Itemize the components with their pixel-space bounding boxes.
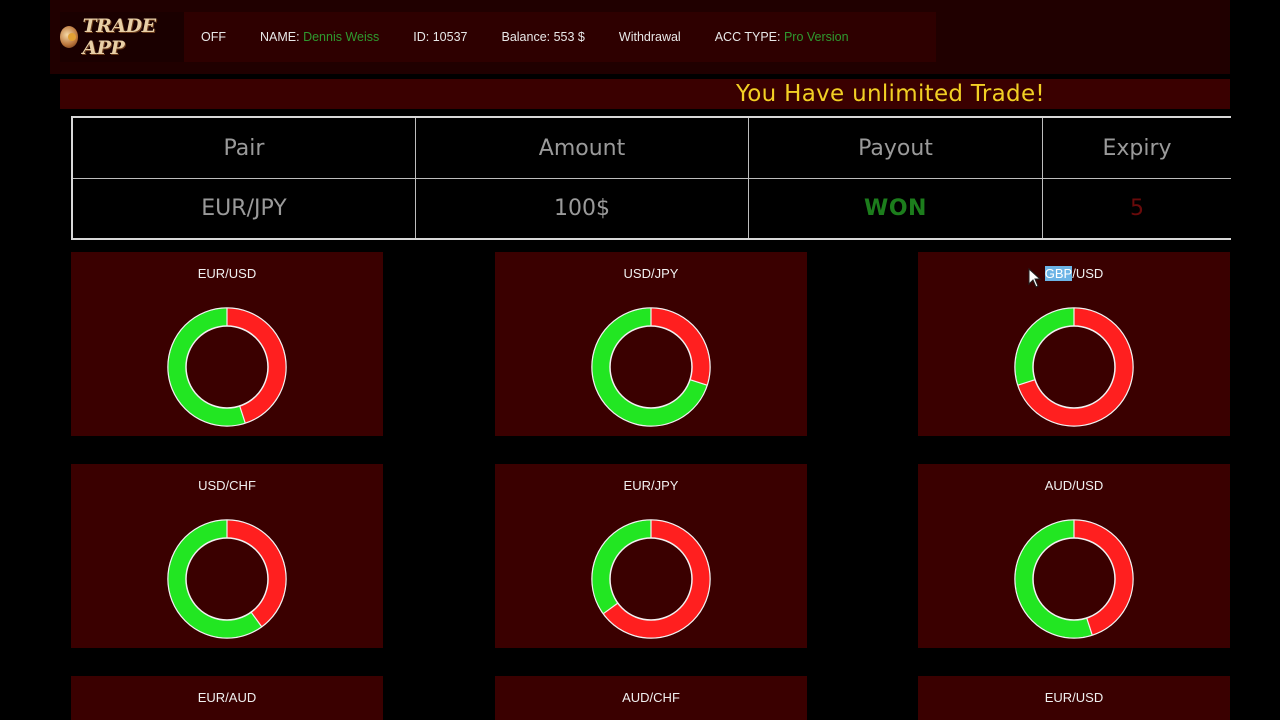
- balance: Balance: 553 $: [501, 30, 585, 44]
- sentiment-donut: [167, 519, 287, 639]
- header-pair: Pair: [73, 118, 416, 179]
- pair-card-usd-jpy[interactable]: USD/JPY: [495, 252, 807, 436]
- sentiment-donut: [591, 519, 711, 639]
- trade-payout: WON: [749, 179, 1043, 238]
- pair-card-aud-chf[interactable]: AUD/CHF: [495, 676, 807, 720]
- status-toggle[interactable]: OFF: [184, 30, 243, 44]
- donut-inner-border: [1032, 325, 1116, 409]
- account-info-bar: TRADE APP OFF NAME: Dennis Weiss ID: 105…: [60, 12, 936, 62]
- logo-text: TRADE APP: [82, 15, 156, 59]
- header-amount: Amount: [416, 118, 749, 179]
- top-bar: TRADE APP OFF NAME: Dennis Weiss ID: 105…: [50, 0, 1230, 74]
- trade-table: Pair Amount Payout Expiry EUR/JPY 100$ W…: [71, 116, 1231, 240]
- user-name-label: NAME:: [260, 30, 300, 44]
- user-name: NAME: Dennis Weiss: [243, 30, 396, 44]
- header-payout: Payout: [749, 118, 1043, 179]
- selected-text: GBP: [1044, 266, 1073, 281]
- account-type-value: Pro Version: [783, 30, 849, 44]
- sentiment-donut: [591, 307, 711, 427]
- mouse-cursor-icon: [1028, 268, 1042, 288]
- logo[interactable]: TRADE APP: [60, 12, 184, 62]
- banner-text: You Have unlimited Trade!: [736, 81, 1045, 107]
- pair-card-eur-usd[interactable]: EUR/USD: [71, 252, 383, 436]
- account-type-label: ACC TYPE:: [714, 30, 781, 44]
- pair-label: EUR/USD: [1044, 690, 1104, 705]
- donut-inner-border: [185, 325, 269, 409]
- pair-card-eur-usd-2[interactable]: EUR/USD: [918, 676, 1230, 720]
- pair-card-aud-usd[interactable]: AUD/USD: [918, 464, 1230, 648]
- withdrawal-link[interactable]: Withdrawal: [602, 30, 698, 44]
- pair-label: EUR/JPY: [623, 478, 679, 493]
- sentiment-donut: [167, 307, 287, 427]
- trade-amount: 100$: [416, 179, 749, 238]
- donut-inner-border: [185, 537, 269, 621]
- pair-card-usd-chf[interactable]: USD/CHF: [71, 464, 383, 648]
- logo-coin-icon: [60, 26, 79, 48]
- pair-card-gbp-usd[interactable]: GBP/USD: [918, 252, 1230, 436]
- pair-card-eur-jpy[interactable]: EUR/JPY: [495, 464, 807, 648]
- pair-label: USD/JPY: [623, 266, 679, 281]
- app: TRADE APP OFF NAME: Dennis Weiss ID: 105…: [0, 0, 1280, 720]
- pair-label: AUD/CHF: [622, 690, 680, 705]
- account-type: ACC TYPE: Pro Version: [698, 30, 866, 44]
- promo-banner: You Have unlimited Trade!: [60, 79, 1230, 109]
- pair-label: AUD/USD: [1044, 478, 1104, 493]
- user-name-value: Dennis Weiss: [303, 30, 380, 44]
- trade-pair: EUR/JPY: [73, 179, 416, 238]
- user-id: ID: 10537: [413, 30, 468, 44]
- pair-label: USD/CHF: [198, 478, 256, 493]
- pair-label: GBP/USD: [918, 266, 1230, 281]
- sentiment-donut: [1014, 519, 1134, 639]
- trade-expiry: 5: [1130, 196, 1144, 221]
- sentiment-donut: [1014, 307, 1134, 427]
- pair-card-eur-aud[interactable]: EUR/AUD: [71, 676, 383, 720]
- pair-label: EUR/AUD: [197, 690, 257, 705]
- donut-inner-border: [1032, 537, 1116, 621]
- pair-label: EUR/USD: [197, 266, 257, 281]
- pair-label-rest: /USD: [1072, 266, 1104, 281]
- donut-inner-border: [609, 537, 693, 621]
- header-expiry: Expiry: [1043, 118, 1231, 179]
- donut-inner-border: [609, 325, 693, 409]
